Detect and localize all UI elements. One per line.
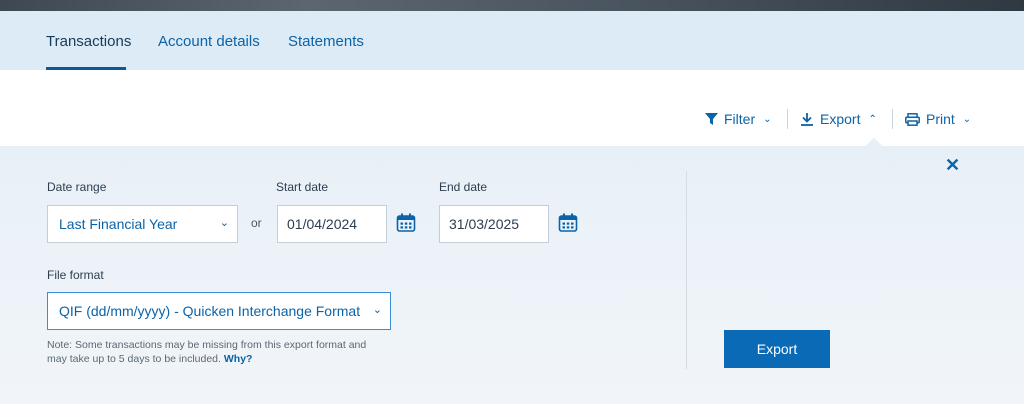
export-label: Export [820,111,861,127]
calendar-icon[interactable] [558,213,578,233]
start-date-value: 01/04/2024 [287,216,358,232]
date-range-label: Date range [47,180,107,194]
chevron-down-icon: ⌄ [372,304,382,316]
export-note: Note: Some transactions may be missing f… [47,338,377,366]
end-date-input[interactable]: 31/03/2025 [439,205,549,243]
active-tab-indicator [46,67,126,70]
chevron-down-icon: ⌄ [763,113,772,125]
tab-transactions[interactable]: Transactions [46,33,131,50]
chevron-up-icon: ⌃ [868,113,877,125]
date-range-select[interactable]: Last Financial Year ⌄ [47,205,238,243]
tab-statements[interactable]: Statements [288,33,364,50]
chevron-down-icon: ⌄ [219,217,229,229]
why-link[interactable]: Why? [224,353,253,365]
print-label: Print [926,111,955,127]
export-button[interactable]: Export [724,330,830,368]
file-format-value: QIF (dd/mm/yyyy) - Quicken Interchange F… [59,303,361,319]
toolbar-divider [787,109,788,129]
export-toggle-button[interactable]: Export ⌃ [800,111,877,127]
filter-label: Filter [724,111,756,127]
end-date-value: 31/03/2025 [449,216,520,232]
toolbar-divider [892,109,893,129]
panel-divider [686,171,687,369]
download-icon [801,113,813,126]
start-date-input[interactable]: 01/04/2024 [277,205,387,243]
note-text: Note: Some transactions may be missing f… [47,339,367,365]
or-separator: or [251,216,262,230]
end-date-label: End date [439,180,488,194]
date-range-value: Last Financial Year [59,216,178,232]
calendar-icon[interactable] [396,213,416,233]
tab-account-details[interactable]: Account details [158,33,260,50]
file-format-select[interactable]: QIF (dd/mm/yyyy) - Quicken Interchange F… [47,292,391,330]
chevron-down-icon: ⌄ [962,113,972,125]
filter-button[interactable]: Filter ⌄ [705,111,772,127]
hero-image-strip [0,0,1024,11]
printer-icon [905,112,920,126]
start-date-label: Start date [276,180,329,194]
file-format-label: File format [47,268,104,282]
filter-icon [705,112,718,125]
close-icon[interactable]: ✕ [945,155,960,176]
account-tabs-bar: Transactions Account details Statements [0,11,1024,70]
print-button[interactable]: Print ⌄ [905,111,971,127]
